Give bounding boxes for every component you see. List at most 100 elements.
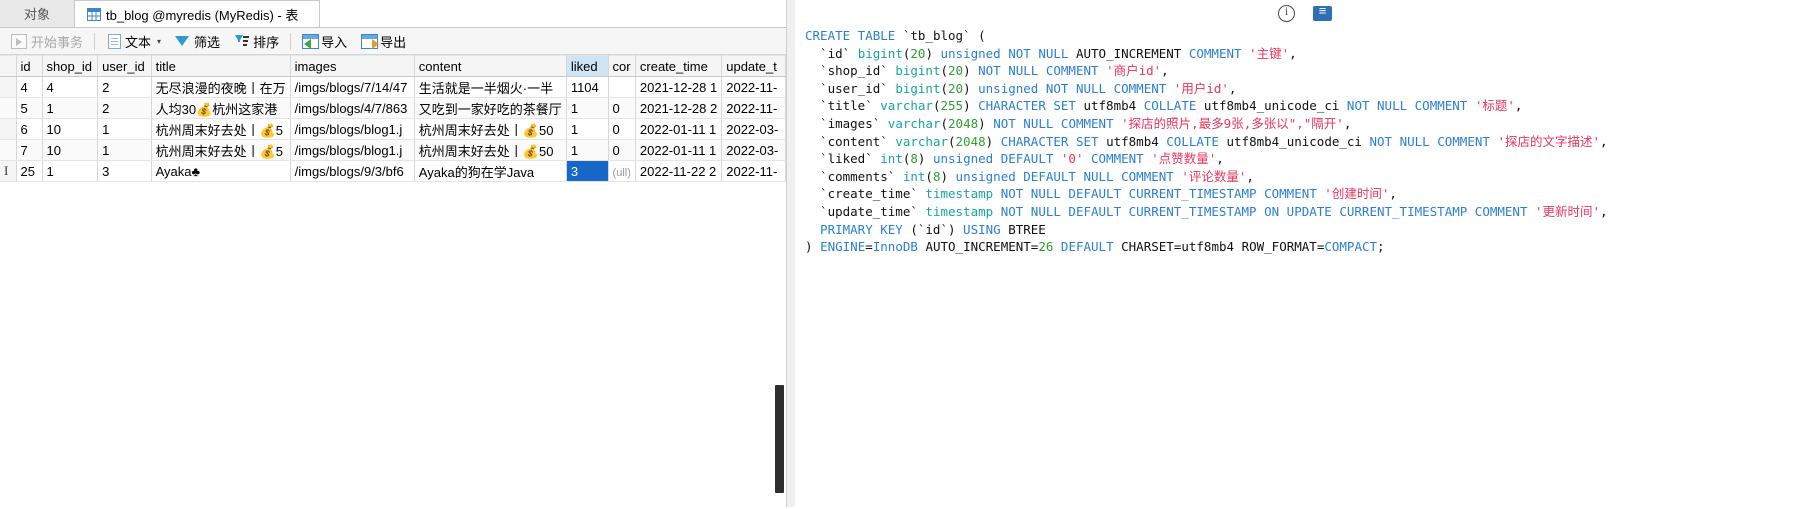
cell-shop_id[interactable]: 10 bbox=[42, 118, 99, 140]
sql-token: BTREE bbox=[1008, 221, 1046, 237]
tab-tb-blog[interactable]: tb_blog @myredis (MyRedis) - 表 bbox=[75, 0, 320, 27]
column-header-comments[interactable]: cor bbox=[608, 55, 636, 77]
column-header-images[interactable]: images bbox=[290, 55, 415, 77]
cell-shop_id[interactable]: 10 bbox=[42, 139, 99, 161]
export-button[interactable]: 导出 bbox=[354, 30, 413, 53]
sql-token: timestamp bbox=[925, 203, 1001, 219]
cell-id[interactable]: 7 bbox=[16, 139, 43, 161]
cell-liked[interactable]: 1 bbox=[566, 139, 609, 161]
sql-token: NOT NULL COMMENT bbox=[1369, 133, 1498, 149]
row-marker[interactable]: I bbox=[0, 160, 17, 182]
column-header-title[interactable]: title bbox=[151, 55, 291, 77]
cell-shop_id[interactable]: 1 bbox=[42, 97, 99, 119]
cell-update_time[interactable]: 2022-11- bbox=[721, 160, 786, 182]
cell-images[interactable]: /imgs/blogs/9/3/bf6 bbox=[290, 160, 415, 182]
row-marker[interactable] bbox=[0, 97, 17, 119]
sql-token: , bbox=[1514, 98, 1523, 114]
column-header-content[interactable]: content bbox=[414, 55, 567, 77]
cell-content[interactable]: 杭州周末好去处丨💰50 bbox=[414, 139, 567, 161]
cell-comments[interactable]: 0 bbox=[608, 139, 636, 161]
cell-update_time[interactable]: 2022-11- bbox=[721, 76, 786, 98]
cell-shop_id[interactable]: 4 bbox=[42, 76, 99, 98]
row-marker[interactable] bbox=[0, 139, 17, 161]
text-button[interactable]: 文本 ▾ bbox=[99, 30, 168, 53]
filter-button[interactable]: 筛选 bbox=[168, 30, 227, 53]
cell-title[interactable]: 无尽浪漫的夜晚丨在万 bbox=[151, 76, 291, 98]
cell-user_id[interactable]: 2 bbox=[97, 76, 152, 98]
vertical-scrollbar[interactable] bbox=[775, 385, 784, 493]
tab-objects[interactable]: 对象 bbox=[0, 0, 75, 27]
row-marker[interactable] bbox=[0, 118, 17, 140]
cell-user_id[interactable]: 1 bbox=[97, 139, 152, 161]
cell-comments[interactable]: 0 bbox=[608, 118, 636, 140]
transaction-icon bbox=[11, 33, 27, 49]
cell-create_time[interactable]: 2021-12-28 2 bbox=[635, 97, 723, 119]
cell-title[interactable]: 人均30💰杭州这家港 bbox=[151, 97, 291, 119]
cell-images[interactable]: /imgs/blogs/4/7/863 bbox=[290, 97, 415, 119]
data-grid: id shop_id user_id title images content liked c… bbox=[0, 55, 786, 182]
export-table-icon bbox=[361, 34, 380, 49]
table-row[interactable]: 5 1 2 人均30💰杭州这家港/imgs/blogs/4/7/863 又吃到一家好吃的… bbox=[0, 97, 786, 119]
column-header-update_time[interactable]: update_t bbox=[721, 55, 786, 77]
cell-update_time[interactable]: 2022-03- bbox=[721, 118, 786, 140]
info-icon[interactable] bbox=[1276, 4, 1298, 24]
cell-create_time[interactable]: 2022-01-11 1 bbox=[635, 118, 723, 140]
cell-shop_id[interactable]: 1 bbox=[42, 160, 99, 182]
column-header-create_time[interactable]: create_time bbox=[635, 55, 723, 77]
data-grid-scroll[interactable]: id shop_id user_id title images content liked c… bbox=[0, 55, 786, 509]
cell-comments[interactable]: (ull) bbox=[608, 160, 636, 182]
cell-user_id[interactable]: 3 bbox=[97, 160, 152, 182]
column-header-liked[interactable]: liked bbox=[566, 55, 609, 77]
cell-images[interactable]: /imgs/blogs/7/14/47 bbox=[290, 76, 415, 98]
cell-create_time[interactable]: 2021-12-28 1 bbox=[635, 76, 723, 98]
cell-id[interactable]: 25 bbox=[16, 160, 43, 182]
cell-images[interactable]: /imgs/blogs/blog1.j bbox=[290, 139, 415, 161]
cell-create_time[interactable]: 2022-01-11 1 bbox=[635, 139, 723, 161]
sql-token: utf8mb4 bbox=[1083, 98, 1144, 114]
column-header-id[interactable]: id bbox=[16, 55, 43, 77]
sql-token: '点赞数量' bbox=[1151, 151, 1217, 167]
sql-token: CURRENT_TIMESTAMP ON UPDATE CURRENT_TIME… bbox=[1128, 203, 1536, 219]
code-view-icon[interactable] bbox=[1312, 3, 1334, 24]
cell-update_time[interactable]: 2022-03- bbox=[721, 139, 786, 161]
cell-liked[interactable]: 1104 bbox=[566, 76, 609, 98]
column-header-shop_id[interactable]: shop_id bbox=[42, 55, 99, 77]
cell-id[interactable]: 4 bbox=[16, 76, 43, 98]
chevron-down-icon[interactable]: ▾ bbox=[157, 37, 161, 46]
cell-liked[interactable]: 3 bbox=[566, 160, 609, 182]
cell-content[interactable]: 杭州周末好去处丨💰50 bbox=[414, 118, 567, 140]
sql-token: , bbox=[1228, 80, 1237, 96]
table-row[interactable]: I 25 1 3 Ayaka♣/imgs/blogs/9/3/bf6 Ayaka的狗在学J… bbox=[0, 160, 786, 182]
row-marker[interactable] bbox=[0, 76, 17, 98]
cell-id[interactable]: 6 bbox=[16, 118, 43, 140]
sql-token: , bbox=[1343, 115, 1352, 131]
cell-user_id[interactable]: 1 bbox=[97, 118, 152, 140]
cell-create_time[interactable]: 2022-11-22 2 bbox=[635, 160, 723, 182]
cell-content[interactable]: Ayaka的狗在学Java bbox=[414, 160, 567, 182]
cell-user_id[interactable]: 2 bbox=[97, 97, 152, 119]
cell-comments[interactable]: 0 bbox=[608, 97, 636, 119]
sort-button[interactable]: 排序 bbox=[227, 30, 286, 53]
column-header-user_id[interactable]: user_id bbox=[97, 55, 152, 77]
sql-token: bigint bbox=[895, 80, 941, 96]
sql-token: ) bbox=[963, 63, 979, 79]
sql-token: '主键' bbox=[1249, 45, 1290, 61]
cell-comments[interactable] bbox=[608, 76, 636, 98]
table-row[interactable]: 6 10 1 杭州周末好去处丨💰5/imgs/blogs/blog1.j 杭州周末好去处… bbox=[0, 118, 786, 140]
cell-title[interactable]: Ayaka♣ bbox=[151, 160, 291, 182]
cell-update_time[interactable]: 2022-11- bbox=[721, 97, 786, 119]
cell-title[interactable]: 杭州周末好去处丨💰5 bbox=[151, 118, 291, 140]
cell-liked[interactable]: 1 bbox=[566, 97, 609, 119]
table-row[interactable]: 7 10 1 杭州周末好去处丨💰5/imgs/blogs/blog1.j 杭州周末好去处… bbox=[0, 139, 786, 161]
cell-content[interactable]: 生活就是一半烟火·一半 bbox=[414, 76, 567, 98]
cell-content[interactable]: 又吃到一家好吃的茶餐厅 bbox=[414, 97, 567, 119]
begin-transaction-button[interactable]: 开始事务 bbox=[4, 30, 90, 53]
cell-images[interactable]: /imgs/blogs/blog1.j bbox=[290, 118, 415, 140]
cell-id[interactable]: 5 bbox=[16, 97, 43, 119]
cell-title[interactable]: 杭州周末好去处丨💰5 bbox=[151, 139, 291, 161]
import-button[interactable]: 导入 bbox=[295, 30, 354, 53]
sql-token: `content` bbox=[805, 133, 896, 149]
cell-liked[interactable]: 1 bbox=[566, 118, 609, 140]
table-row[interactable]: 4 4 2 无尽浪漫的夜晚丨在万/imgs/blogs/7/14/47 生活就是一半烟火… bbox=[0, 76, 786, 98]
sql-token: 20 bbox=[948, 63, 964, 79]
